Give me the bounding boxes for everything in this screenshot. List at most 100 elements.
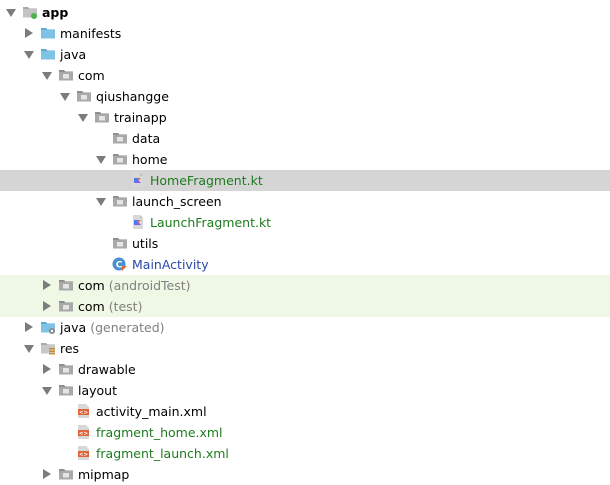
tree-item-suffix: (test) [108,299,143,314]
tree-item-label: utils [132,235,162,252]
chevron-down-icon[interactable] [96,198,106,206]
tree-item-name: java [60,47,87,62]
tree-row[interactable]: java [0,44,610,65]
svg-text:<>: <> [79,410,89,416]
tree-item-name: launch_screen [132,194,222,209]
generated-source-folder-icon [40,320,56,334]
tree-item-name: res [60,341,80,356]
tree-item-label: trainapp [114,109,171,126]
tree-item-label: drawable [78,361,140,378]
tree-row[interactable]: data [0,128,610,149]
source-folder-icon [40,47,56,61]
package-icon [58,68,74,82]
xml-file-icon: <> [76,425,92,439]
folder-icon [58,362,74,376]
chevron-right-icon[interactable] [43,469,51,479]
chevron-down-icon[interactable] [42,387,52,395]
package-icon [94,110,110,124]
tree-row[interactable]: C MainActivity [0,254,610,275]
tree-item-name: LaunchFragment.kt [150,215,272,230]
tree-row[interactable]: com (androidTest) [0,275,610,296]
tree-item-label: com (androidTest) [78,277,191,294]
chevron-down-icon[interactable] [24,345,34,353]
tree-item-name: manifests [60,26,122,41]
tree-item-name: HomeFragment.kt [150,173,263,188]
tree-row[interactable]: mipmap [0,464,610,485]
tree-item-name: fragment_home.xml [96,425,223,440]
chevron-down-icon[interactable] [60,93,70,101]
xml-file-icon: <> [76,446,92,460]
tree-item-label: mipmap [78,466,133,483]
tree-row[interactable]: HomeFragment.kt [0,170,610,191]
tree-item-name: com [78,68,105,83]
chevron-right-icon[interactable] [25,322,33,332]
project-tree: app manifests java com qiushangge trainapp dat… [0,0,610,482]
package-icon [58,299,74,313]
svg-text:<>: <> [79,452,89,458]
kotlin-file-icon [130,215,146,229]
chevron-right-icon[interactable] [43,280,51,290]
tree-row[interactable]: com (test) [0,296,610,317]
svg-text:<>: <> [79,431,89,437]
tree-item-name: utils [132,236,159,251]
svg-text:C: C [116,261,123,271]
tree-row[interactable]: <> activity_main.xml [0,401,610,422]
chevron-down-icon[interactable] [78,114,88,122]
chevron-down-icon[interactable] [96,156,106,164]
tree-item-name: drawable [78,362,136,377]
tree-row[interactable]: java (generated) [0,317,610,338]
tree-item-label: com (test) [78,298,142,315]
manifest-folder-icon [40,26,56,40]
tree-row[interactable]: qiushangge [0,86,610,107]
folder-icon [58,467,74,481]
kotlin-class-icon: C [112,257,128,271]
tree-item-label: app [42,4,72,21]
tree-item-name: com [78,299,105,314]
package-icon [112,236,128,250]
tree-row[interactable]: utils [0,233,610,254]
package-icon [112,131,128,145]
tree-item-name: fragment_launch.xml [96,446,229,461]
chevron-down-icon[interactable] [42,72,52,80]
tree-item-name: app [42,5,69,20]
tree-item-name: home [132,152,168,167]
tree-item-label: data [132,130,164,147]
tree-row[interactable]: <> fragment_launch.xml [0,443,610,464]
tree-row[interactable]: home [0,149,610,170]
tree-item-label: layout [78,382,121,399]
chevron-down-icon[interactable] [24,51,34,59]
chevron-right-icon[interactable] [43,364,51,374]
tree-item-name: com [78,278,105,293]
tree-item-label: activity_main.xml [96,403,211,420]
tree-item-label: launch_screen [132,193,226,210]
tree-row[interactable]: drawable [0,359,610,380]
tree-item-label: qiushangge [96,88,173,105]
chevron-right-icon[interactable] [25,28,33,38]
package-icon [112,194,128,208]
tree-item-label: home [132,151,171,168]
tree-row[interactable]: com [0,65,610,86]
kotlin-file-icon [130,173,146,187]
tree-row[interactable]: <> fragment_home.xml [0,422,610,443]
tree-item-name: activity_main.xml [96,404,207,419]
tree-row[interactable]: res [0,338,610,359]
package-icon [112,152,128,166]
tree-item-label: HomeFragment.kt [150,172,267,189]
tree-row[interactable]: manifests [0,23,610,44]
chevron-down-icon[interactable] [6,9,16,17]
module-folder-icon [22,5,38,19]
tree-item-name: mipmap [78,467,130,482]
tree-row[interactable]: app [0,2,610,23]
package-icon [76,89,92,103]
tree-item-label: com [78,67,109,84]
tree-item-name: trainapp [114,110,167,125]
package-icon [58,278,74,292]
tree-item-label: MainActivity [132,256,213,273]
tree-row[interactable]: LaunchFragment.kt [0,212,610,233]
folder-icon [58,383,74,397]
tree-row[interactable]: launch_screen [0,191,610,212]
tree-row[interactable]: trainapp [0,107,610,128]
chevron-right-icon[interactable] [43,301,51,311]
tree-item-label: fragment_home.xml [96,424,227,441]
tree-row[interactable]: layout [0,380,610,401]
